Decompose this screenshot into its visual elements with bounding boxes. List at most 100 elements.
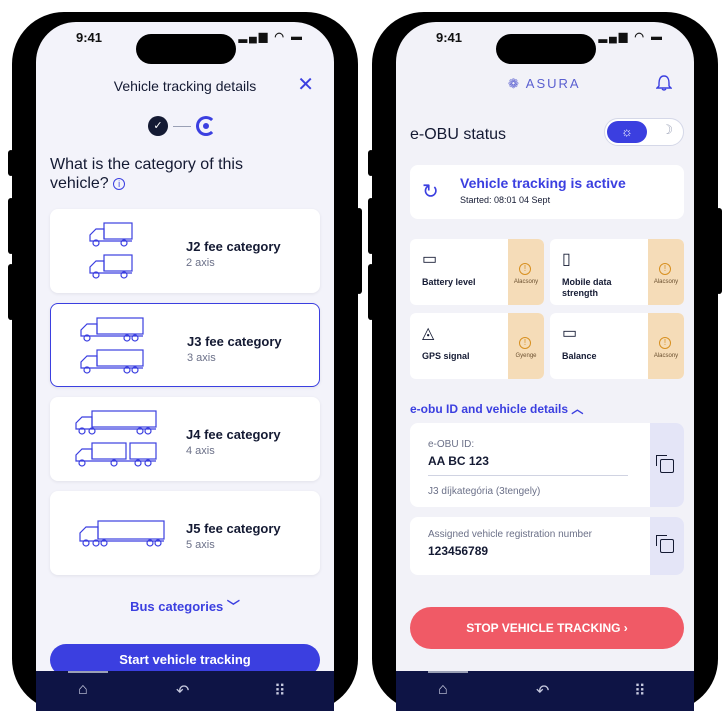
category-card-j2[interactable]: J2 fee category 2 axis	[50, 209, 320, 293]
warning-icon: !	[519, 263, 531, 275]
status-time: 9:41	[436, 30, 463, 45]
copy-registration-button[interactable]	[650, 517, 684, 575]
bell-icon[interactable]	[656, 74, 672, 92]
tile-warning: ! Gyenge	[508, 313, 544, 379]
category-axis: 4 axis	[186, 445, 215, 457]
home-icon[interactable]: ⌂	[438, 681, 448, 699]
category-name: J5 fee category	[186, 521, 281, 536]
tile-battery[interactable]: ▭ Battery level ! Alacsony	[410, 239, 544, 305]
obu-category: J3 díjkategória (3tengely)	[428, 486, 541, 497]
bottom-nav: ⌂ ↶ ⠿	[36, 671, 334, 711]
category-axis: 3 axis	[187, 352, 216, 364]
power-button	[716, 208, 722, 294]
category-card-j3[interactable]: J3 fee category 3 axis	[50, 303, 320, 387]
copy-obu-button[interactable]	[650, 423, 684, 507]
obu-id-card: e-OBU ID: AA BC 123 J3 díjkategória (3te…	[410, 423, 684, 507]
tile-status-text: Alacsony	[513, 279, 539, 285]
status-time: 9:41	[76, 30, 103, 45]
volume-down-button	[368, 264, 374, 320]
obu-id-label: e-OBU ID:	[428, 439, 475, 450]
category-question: What is the category of this vehicle? i	[50, 155, 250, 193]
truck-2-axis-icon	[89, 222, 133, 279]
status-icons: ▂▄▆ ◠ ▬	[598, 31, 664, 43]
registration-label: Assigned vehicle registration number	[428, 529, 592, 540]
question-text: What is the category of this vehicle?	[50, 156, 243, 192]
menu-grid-icon[interactable]: ⠿	[274, 681, 286, 701]
mute-switch	[368, 150, 374, 176]
step-current-icon	[196, 116, 216, 136]
registration-card: Assigned vehicle registration number 123…	[410, 517, 684, 575]
divider	[428, 475, 628, 476]
right-screen: 9:41 ▂▄▆ ◠ ▬ ❁ ASURA e-OBU status ☼ ☽ ↻ …	[396, 22, 694, 711]
gps-icon: ◬	[422, 325, 435, 342]
left-screen: 9:41 ▂▄▆ ◠ ▬ Vehicle tracking details ✕ …	[36, 22, 334, 711]
tile-status-text: Gyenge	[515, 353, 537, 359]
step-connector	[173, 125, 191, 127]
step-done-icon: ✓	[148, 116, 168, 136]
category-name: J4 fee category	[186, 427, 281, 442]
tile-status-text: Alacsony	[653, 279, 679, 285]
bottom-nav: ⌂ ↶ ⠿	[396, 671, 694, 711]
category-card-j4[interactable]: J4 fee category 4 axis	[50, 397, 320, 481]
tile-label: Mobile data strength	[562, 277, 612, 298]
card-icon: ▭	[562, 325, 578, 342]
volume-down-button	[8, 264, 14, 320]
truck-3-axis-icon	[80, 317, 144, 374]
warning-icon: !	[659, 337, 671, 349]
tile-label: Balance	[562, 351, 597, 361]
stop-tracking-button[interactable]: STOP VEHICLE TRACKING ›	[410, 607, 684, 649]
asura-logo: ❁ ASURA	[508, 76, 581, 91]
tile-status-text: Alacsony	[653, 353, 679, 359]
phone-left: 9:41 ▂▄▆ ◠ ▬ Vehicle tracking details ✕ …	[8, 12, 362, 711]
bus-categories-toggle[interactable]: Bus categories ﹀	[36, 596, 334, 615]
phone-right: 9:41 ▂▄▆ ◠ ▬ ❁ ASURA e-OBU status ☼ ☽ ↻ …	[368, 12, 722, 711]
history-icon[interactable]: ↶	[176, 681, 189, 701]
status-icons: ▂▄▆ ◠ ▬	[238, 31, 304, 43]
volume-up-button	[8, 198, 14, 254]
tracking-refresh-icon: ↻	[422, 181, 439, 203]
warning-icon: !	[519, 337, 531, 349]
close-icon[interactable]: ✕	[297, 72, 314, 97]
progress-stepper: ✓	[148, 116, 216, 136]
tile-warning: ! Alacsony	[648, 313, 684, 379]
tile-gps[interactable]: ◬ GPS signal ! Gyenge	[410, 313, 544, 379]
volume-up-button	[368, 198, 374, 254]
dynamic-island	[496, 34, 596, 64]
category-name: J3 fee category	[187, 334, 282, 349]
obu-id-value: AA BC 123	[428, 454, 489, 468]
nav-active-indicator	[428, 671, 468, 673]
truck-4-axis-icon	[75, 410, 157, 467]
truck-5-axis-icon	[79, 520, 165, 547]
section-title: e-OBU status	[410, 126, 507, 143]
menu-grid-icon[interactable]: ⠿	[634, 681, 646, 701]
category-card-j5[interactable]: J5 fee category 5 axis	[50, 491, 320, 575]
nav-active-indicator	[68, 671, 108, 673]
info-icon[interactable]: i	[113, 178, 126, 190]
home-icon[interactable]: ⌂	[78, 681, 88, 699]
battery-icon: ▭	[422, 251, 438, 268]
power-button	[356, 208, 362, 294]
tracking-status-card: ↻ Vehicle tracking is active Started: 08…	[410, 165, 684, 219]
registration-value: 123456789	[428, 544, 489, 558]
details-section-toggle[interactable]: e-obu ID and vehicle details ︿	[410, 400, 583, 417]
tile-label: GPS signal	[422, 351, 470, 361]
tile-warning: ! Alacsony	[648, 239, 684, 305]
dynamic-island	[136, 34, 236, 64]
copy-icon	[656, 535, 674, 553]
page-title: Vehicle tracking details	[113, 78, 257, 94]
tracking-started: Started: 08:01 04 Sept	[460, 195, 551, 205]
tile-label: Battery level	[422, 277, 476, 287]
copy-icon	[656, 455, 674, 473]
theme-toggle[interactable]: ☼ ☽	[604, 118, 684, 146]
tracking-title: Vehicle tracking is active	[460, 175, 626, 191]
mute-switch	[8, 150, 14, 176]
phone-icon: ▯	[562, 251, 571, 268]
moon-icon: ☽	[661, 122, 673, 137]
tile-warning: ! Alacsony	[508, 239, 544, 305]
tile-balance[interactable]: ▭ Balance ! Alacsony	[550, 313, 684, 379]
tile-mobile-data[interactable]: ▯ Mobile data strength ! Alacsony	[550, 239, 684, 305]
category-axis: 2 axis	[186, 257, 215, 269]
warning-icon: !	[659, 263, 671, 275]
sun-icon: ☼	[607, 121, 647, 143]
history-icon[interactable]: ↶	[536, 681, 549, 701]
